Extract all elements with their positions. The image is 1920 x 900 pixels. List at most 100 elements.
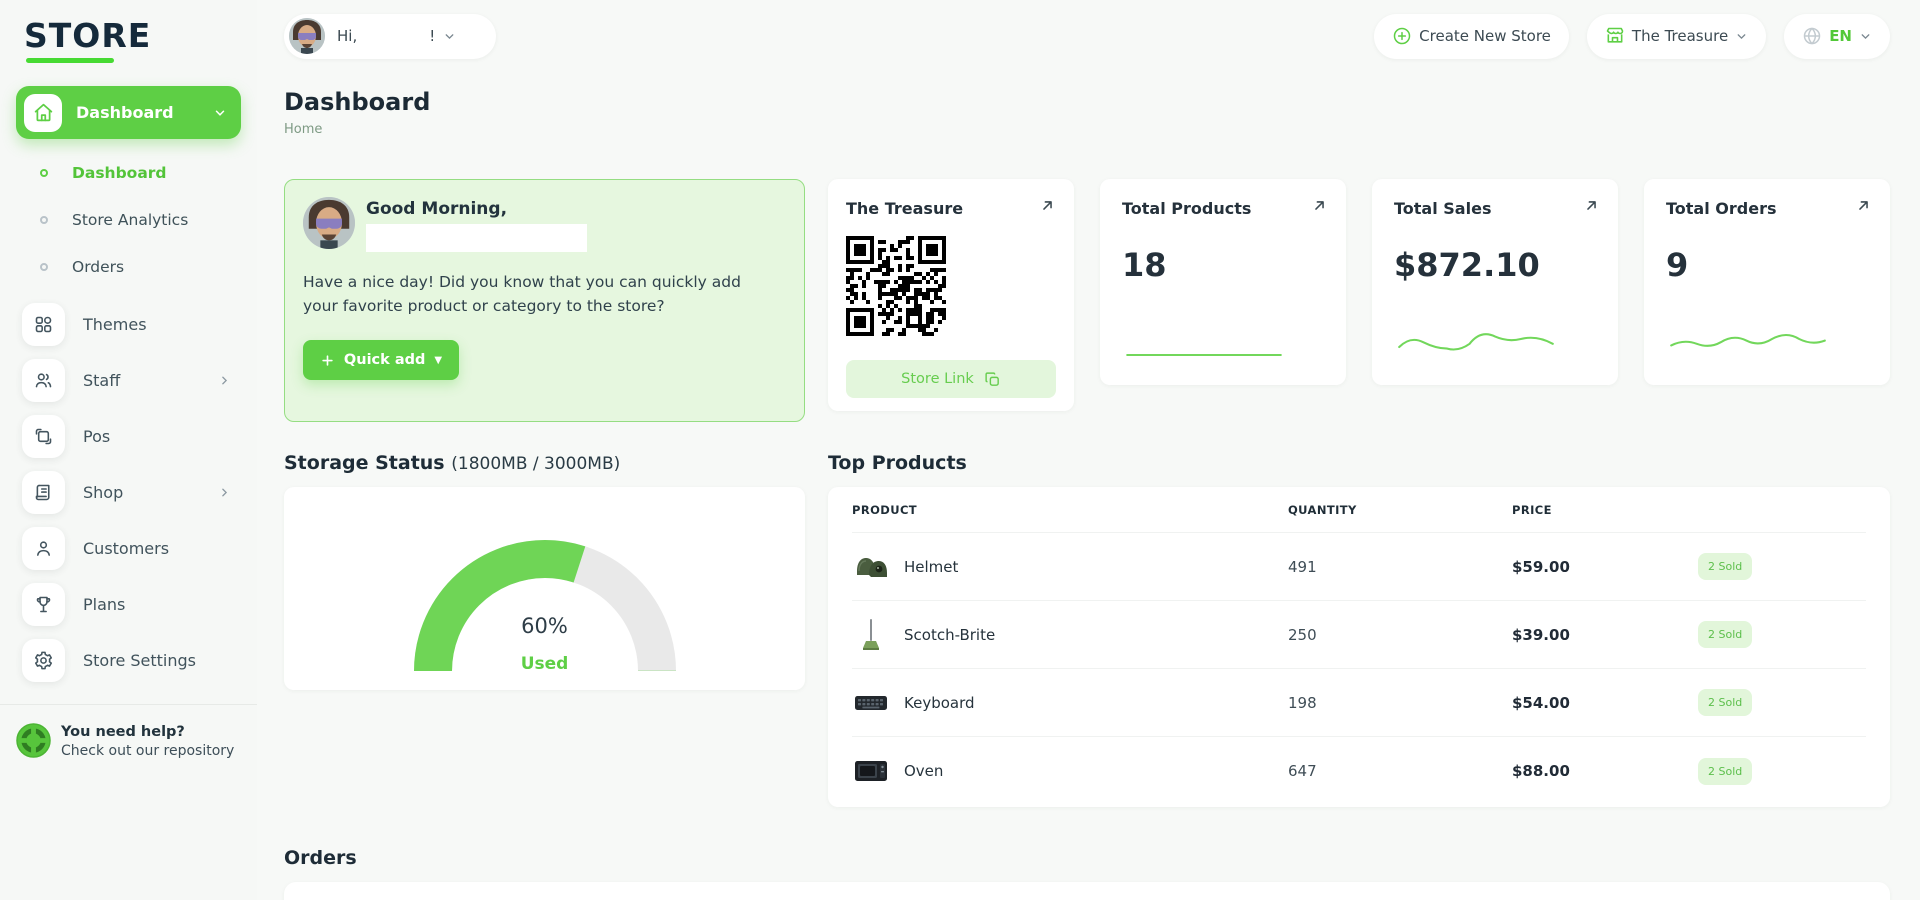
create-new-store-button[interactable]: Create New Store xyxy=(1374,13,1569,59)
language-label: EN xyxy=(1829,27,1852,45)
storage-subtitle: (1800MB / 3000MB) xyxy=(451,454,621,474)
app-root: STORE Dashboard Dashboard Store Analytic… xyxy=(0,0,1920,900)
pos-icon xyxy=(22,414,65,458)
sidebar-item-dashboard-group[interactable]: Dashboard xyxy=(16,86,241,139)
sidebar-subnav: Dashboard Store Analytics Orders xyxy=(0,149,257,290)
sidebar-item-store-settings[interactable]: Store Settings xyxy=(0,632,257,688)
greeting-message: Have a nice day! Did you know that you c… xyxy=(303,273,741,316)
store-selector[interactable]: The Treasure xyxy=(1586,13,1767,59)
stat-title: Total Sales xyxy=(1394,199,1492,218)
sidebar-item-label: Store Analytics xyxy=(72,210,189,229)
arrow-up-right-icon[interactable] xyxy=(1039,197,1056,214)
store-card-title: The Treasure xyxy=(846,199,964,218)
copy-icon xyxy=(985,371,999,386)
globe-icon xyxy=(1802,26,1822,46)
user-icon xyxy=(22,526,65,570)
stat-value: 18 xyxy=(1122,246,1167,284)
storage-card: 60% Used xyxy=(284,487,805,690)
sidebar-item-customers[interactable]: Customers xyxy=(0,520,257,576)
breadcrumb[interactable]: Home xyxy=(284,122,1890,137)
help-section[interactable]: You need help? Check out our repository xyxy=(0,705,257,759)
sidebar-item-store-analytics[interactable]: Store Analytics xyxy=(0,196,257,243)
sidebar-item-orders[interactable]: Orders xyxy=(0,243,257,290)
create-new-store-label: Create New Store xyxy=(1419,27,1551,45)
avatar xyxy=(303,197,355,249)
oven-image xyxy=(852,752,890,790)
stat-card-total-sales: Total Sales $872.10 xyxy=(1372,179,1618,385)
sidebar-item-plans[interactable]: Plans xyxy=(0,576,257,632)
sidebar-item-label: Staff xyxy=(83,370,121,390)
second-row: Storage Status (1800MB / 3000MB) 60% Use… xyxy=(284,452,1890,807)
user-menu[interactable]: Hi, ! xyxy=(284,13,496,59)
arrow-up-right-icon[interactable] xyxy=(1583,197,1600,214)
product-quantity: 647 xyxy=(1288,762,1317,780)
top-products-heading: Top Products xyxy=(828,452,967,474)
top-products-card: PRODUCT QUANTITY PRICE Helmet 491 $59.00… xyxy=(828,487,1890,807)
arrow-up-right-icon[interactable] xyxy=(1855,197,1872,214)
sold-badge: 2 Sold xyxy=(1698,757,1753,785)
sidebar-item-label: Shop xyxy=(83,482,124,502)
bullet-icon xyxy=(40,168,48,177)
storage-heading: Storage Status (1800MB / 3000MB) xyxy=(284,452,805,474)
store-selector-label: The Treasure xyxy=(1631,27,1729,45)
plus-circle-icon xyxy=(1392,26,1412,46)
quick-add-label: Quick add xyxy=(343,352,426,369)
sidebar-item-dashboard[interactable]: Dashboard xyxy=(0,149,257,196)
keyboard-image xyxy=(852,684,890,722)
lifebuoy-icon xyxy=(16,723,51,758)
product-quantity: 198 xyxy=(1288,693,1317,712)
product-price: $88.00 xyxy=(1512,762,1570,780)
sidebar-item-shop[interactable]: Shop xyxy=(0,464,257,520)
sidebar-item-themes[interactable]: Themes xyxy=(0,296,257,352)
redacted-name-box xyxy=(366,224,587,252)
chevron-down-icon xyxy=(213,106,227,120)
sidebar-item-label: Store Settings xyxy=(83,650,196,670)
arrow-up-right-icon[interactable] xyxy=(1311,197,1328,214)
sidebar-item-pos[interactable]: Pos xyxy=(0,408,257,464)
sidebar-item-label: Customers xyxy=(83,538,170,558)
storage-used-label: Used xyxy=(520,654,569,674)
users-icon xyxy=(22,358,65,402)
cards-row: Good Morning, Have a nice day! Did you k… xyxy=(284,179,1890,422)
store-link-label: Store Link xyxy=(901,371,974,387)
sidebar: STORE Dashboard Dashboard Store Analytic… xyxy=(0,0,257,900)
product-quantity: 250 xyxy=(1288,625,1317,644)
product-name: Scotch-Brite xyxy=(904,625,996,644)
greeting-suffix: ! xyxy=(429,27,436,45)
sidebar-item-staff[interactable]: Staff xyxy=(0,352,257,408)
product-price: $59.00 xyxy=(1512,557,1570,576)
brand-logo-text: STORE xyxy=(24,16,152,55)
qr-code xyxy=(846,236,946,336)
page-title: Dashboard xyxy=(284,88,431,116)
sold-badge: 2 Sold xyxy=(1698,553,1753,580)
sidebar-group-label: Dashboard xyxy=(76,103,174,122)
greeting-card: Good Morning, Have a nice day! Did you k… xyxy=(284,179,805,422)
help-link[interactable]: Check out our repository xyxy=(61,743,234,759)
chevron-right-icon xyxy=(218,374,231,387)
sold-badge: 2 Sold xyxy=(1698,689,1753,716)
chevron-right-icon xyxy=(218,486,231,499)
storage-percent: 60% xyxy=(521,614,568,638)
trophy-icon xyxy=(22,582,65,626)
language-selector[interactable]: EN xyxy=(1784,13,1890,59)
greeting-prefix: Hi, xyxy=(337,27,358,45)
scotch-brite-image xyxy=(852,616,890,654)
stat-title: Total Orders xyxy=(1666,199,1777,218)
helmet-image xyxy=(852,548,890,586)
table-row[interactable]: Oven 647 $88.00 2 Sold xyxy=(852,737,1866,805)
product-quantity: 491 xyxy=(1288,557,1317,576)
table-header: PRODUCT QUANTITY PRICE xyxy=(852,487,1866,533)
quick-add-button[interactable]: Quick add ▼ xyxy=(303,340,459,381)
brand-logo[interactable]: STORE xyxy=(0,0,257,63)
orders-card xyxy=(284,882,1890,900)
sparkline-flat xyxy=(1126,353,1282,357)
sold-badge: 2 Sold xyxy=(1698,621,1753,648)
col-header-product: PRODUCT xyxy=(852,502,918,517)
sidebar-navlist: Themes Staff Pos Shop Customers Plans St… xyxy=(0,296,257,688)
table-row[interactable]: Helmet 491 $59.00 2 Sold xyxy=(852,533,1866,601)
table-row[interactable]: Keyboard 198 $54.00 2 Sold xyxy=(852,669,1866,737)
chevron-down-icon xyxy=(1859,30,1872,43)
store-link-button[interactable]: Store Link xyxy=(846,360,1056,398)
topbar-right: Create New Store The Treasure EN xyxy=(1374,13,1890,59)
table-row[interactable]: Scotch-Brite 250 $39.00 2 Sold xyxy=(852,601,1866,669)
